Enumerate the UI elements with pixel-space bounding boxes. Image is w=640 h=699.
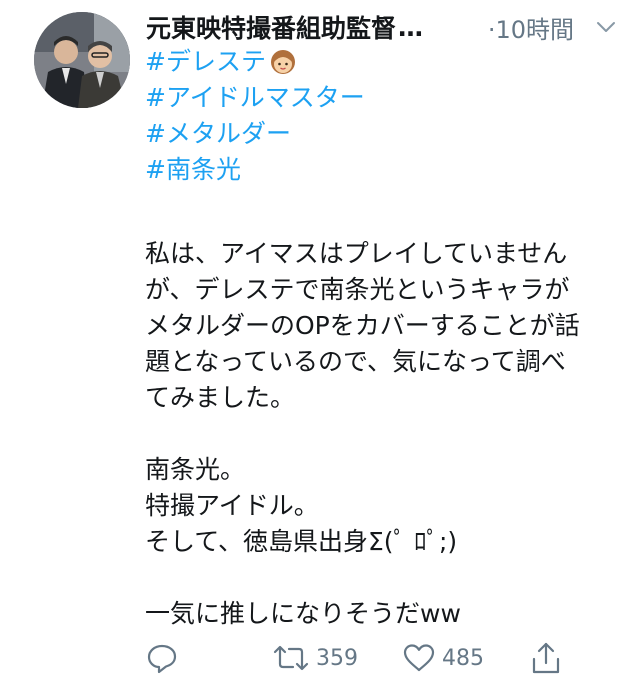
hashtag-link[interactable]: #デレステ <box>145 44 615 80</box>
tweet-text-line: てみました。 <box>145 383 296 412</box>
hashtag-link[interactable]: #アイドルマスター <box>145 80 615 116</box>
tweet-body: #デレステ #アイドルマスター #メタルダー #南条光 私は、アイマスはプレイし… <box>145 44 615 632</box>
tweet-text-line: が、デレステで南条光というキャラが <box>145 275 570 304</box>
hashtag-link[interactable]: #南条光 <box>145 152 615 188</box>
tweet-header: 元東映特撮番組助監督 … ·10時間 <box>146 10 616 44</box>
share-icon <box>532 642 560 674</box>
tweet-text-line: 私は、アイマスはプレイしていません <box>145 239 568 268</box>
share-button[interactable] <box>531 640 561 676</box>
like-count: 485 <box>442 645 484 671</box>
tweet: 元東映特撮番組助監督 … ·10時間 #デレステ #アイドルマスター #メタルダ… <box>0 0 640 699</box>
reply-button[interactable] <box>146 640 178 676</box>
tweet-text-line: 題となっているので、気になって調べ <box>145 347 566 376</box>
tweet-text-line: 南条光。 <box>145 455 246 484</box>
avatar[interactable] <box>34 12 130 108</box>
author-truncation: … <box>398 12 424 42</box>
retweet-icon <box>273 645 309 671</box>
girl-emoji-icon <box>270 50 295 74</box>
retweet-button[interactable]: 359 <box>272 640 358 676</box>
timestamp[interactable]: ·10時間 <box>488 10 574 45</box>
tweet-text-line: メタルダーのOPをカバーすることが話 <box>145 311 580 340</box>
tweet-paragraph: 一気に推しになりそうだww <box>145 596 615 632</box>
reply-icon <box>147 644 177 674</box>
tweet-paragraph: 私は、アイマスはプレイしていません が、デレステで南条光というキャラが メタルダ… <box>145 236 615 416</box>
chevron-down-icon[interactable] <box>596 17 616 37</box>
heart-icon <box>403 644 435 672</box>
tweet-text-line: 特撮アイドル。 <box>145 491 319 520</box>
like-button[interactable]: 485 <box>402 640 484 676</box>
avatar-photo <box>34 12 130 108</box>
author-name[interactable]: 元東映特撮番組助監督 <box>146 9 396 45</box>
tweet-text-line: そして、徳島県出身Σ(ﾟ ﾛﾟ;) <box>145 527 458 556</box>
retweet-count: 359 <box>316 645 358 671</box>
tweet-actions: 359 485 <box>146 640 566 676</box>
tweet-paragraph: 南条光。 特撮アイドル。 そして、徳島県出身Σ(ﾟ ﾛﾟ;) <box>145 452 615 560</box>
tweet-text-line: 一気に推しになりそうだww <box>145 599 461 628</box>
hashtag-link[interactable]: #メタルダー <box>145 116 615 152</box>
